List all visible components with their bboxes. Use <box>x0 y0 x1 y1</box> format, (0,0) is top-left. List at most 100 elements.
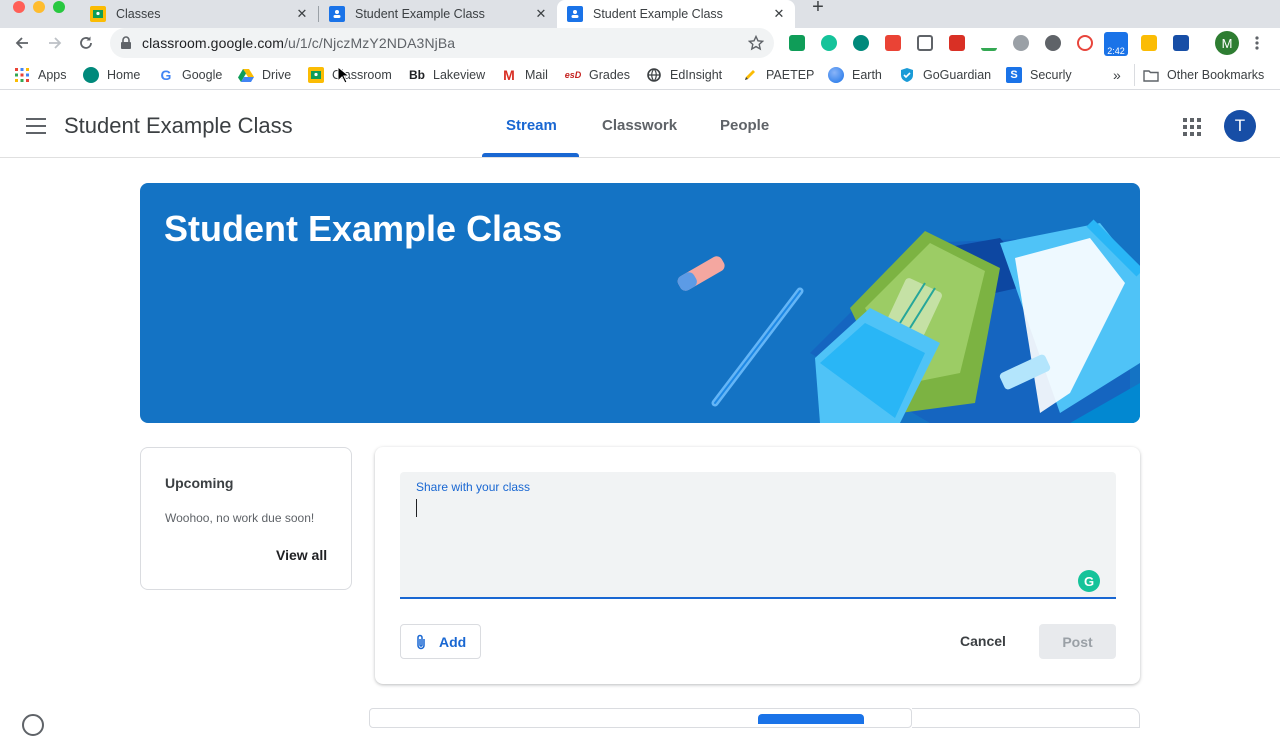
add-attachment-button[interactable]: Add <box>400 624 481 659</box>
grammarly-icon[interactable]: G <box>1078 570 1100 592</box>
view-all-link[interactable]: View all <box>276 547 327 563</box>
browser-tab-strip: Classes ✕ Student Example Class ✕ Studen… <box>0 0 1280 28</box>
banner-title[interactable]: Student Example Class <box>164 208 562 250</box>
class-banner: Student Example Class <box>140 183 1140 423</box>
address-bar[interactable]: classroom.google.com/u/1/c/NjczMzY2NDA3N… <box>110 28 774 58</box>
globe-icon <box>646 67 662 83</box>
bookmark-label: Google <box>182 68 223 82</box>
browser-tab-student-example-class-active[interactable]: Student Example Class ✕ <box>557 0 795 28</box>
blackboard-icon: Bb <box>409 68 425 82</box>
bookmark-earth[interactable]: Earth <box>828 67 882 83</box>
bookmark-lakeview[interactable]: Bb Lakeview <box>409 67 485 83</box>
bookmark-label: Lakeview <box>433 68 486 82</box>
tab-classwork[interactable]: Classwork <box>602 117 677 134</box>
calendar-extension-icon[interactable]: 2:42 <box>1104 32 1128 56</box>
tab-people[interactable]: People <box>720 117 769 134</box>
mote-extension-icon[interactable] <box>853 35 869 51</box>
browser-tab-classes[interactable]: Classes ✕ <box>80 0 318 28</box>
bookmark-star-icon[interactable] <box>748 35 764 51</box>
main-menu-icon[interactable] <box>26 118 46 134</box>
backpack-illustration <box>677 219 1140 423</box>
upcoming-card: Upcoming Woohoo, no work due soon! View … <box>140 447 352 590</box>
classroom-icon <box>308 67 324 83</box>
bookmark-drive[interactable]: Drive <box>238 67 291 83</box>
bookmark-apps[interactable]: Apps <box>14 67 67 83</box>
class-title[interactable]: Student Example Class <box>64 113 293 139</box>
bookmark-label: Apps <box>38 68 67 82</box>
thumbs-up-extension-icon[interactable] <box>1141 35 1157 51</box>
url-text: classroom.google.com/u/1/c/NjczMzY2NDA3N… <box>142 35 455 51</box>
bookmark-paetep[interactable]: PAETEP <box>742 67 814 83</box>
bookmark-goguardian[interactable]: GoGuardian <box>899 67 991 83</box>
bookmark-label: PAETEP <box>766 68 815 82</box>
upcoming-message: Woohoo, no work due soon! <box>165 511 315 525</box>
paperclip-icon <box>417 634 425 649</box>
monkey-extension-icon[interactable] <box>1013 35 1029 51</box>
cc-extension-icon[interactable] <box>949 35 965 51</box>
grid-extension-icon[interactable] <box>917 35 933 51</box>
bookmark-label: Home <box>107 68 141 82</box>
url-path: /u/1/c/NjczMzY2NDA3NjBa <box>284 35 456 51</box>
stream-item-button[interactable] <box>758 714 864 724</box>
apple-extension-icon[interactable] <box>1045 35 1061 51</box>
bookmark-label: Mail <box>525 68 548 82</box>
window-zoom-button[interactable] <box>53 1 65 13</box>
grammarly-extension-icon[interactable] <box>821 35 837 51</box>
back-arrow-icon <box>15 37 28 49</box>
upcoming-heading: Upcoming <box>165 475 234 491</box>
bookmark-google[interactable]: G Google <box>158 67 223 83</box>
bookmark-other-bookmarks[interactable]: Other Bookmarks <box>1143 67 1264 83</box>
bookmark-label: Drive <box>262 68 292 82</box>
extension-badge: 2:42 <box>1107 46 1125 56</box>
screencastify-extension-icon[interactable] <box>885 35 901 51</box>
esd-icon: esD <box>564 70 582 80</box>
help-icon[interactable] <box>22 714 44 736</box>
browser-tab-student-example-class[interactable]: Student Example Class ✕ <box>319 0 557 28</box>
active-tab-indicator <box>482 153 579 157</box>
earth-icon <box>828 67 844 83</box>
bookmark-grades[interactable]: esD Grades <box>565 67 630 83</box>
url-host: classroom.google.com <box>142 35 285 51</box>
spiral-extension-icon[interactable] <box>1077 35 1093 51</box>
bookmark-label: Securly <box>1030 68 1072 82</box>
bookmark-mail[interactable]: M Mail <box>501 67 548 83</box>
bookmark-home[interactable]: Home <box>83 67 140 83</box>
text-caret <box>416 499 417 517</box>
avatar-initial: T <box>1234 116 1246 135</box>
bookmark-label: Other Bookmarks <box>1167 68 1265 82</box>
window-minimize-button[interactable] <box>33 1 45 13</box>
tab-title: Student Example Class <box>355 7 485 21</box>
bookmark-classroom[interactable]: Classroom <box>308 67 392 83</box>
tab-close-icon[interactable]: ✕ <box>294 6 310 22</box>
reload-button[interactable] <box>76 33 96 53</box>
account-avatar[interactable]: T <box>1224 110 1256 142</box>
profile-avatar[interactable]: M <box>1215 31 1239 55</box>
post-button[interactable]: Post <box>1039 624 1116 659</box>
reload-icon <box>80 36 92 49</box>
browser-menu-icon[interactable] <box>1253 35 1261 51</box>
new-tab-button[interactable]: + <box>808 0 828 17</box>
back-button[interactable] <box>12 33 32 53</box>
browser-toolbar: classroom.google.com/u/1/c/NjczMzY2NDA3N… <box>0 28 1280 58</box>
share-text-field[interactable]: Share with your class G <box>400 472 1116 599</box>
classroom-extension-icon[interactable] <box>789 35 805 51</box>
pencil-icon <box>742 67 758 83</box>
tab-close-icon[interactable]: ✕ <box>533 6 549 22</box>
tab-close-icon[interactable]: ✕ <box>771 6 787 22</box>
bookmark-securly[interactable]: S Securly <box>1006 67 1072 83</box>
bookmarks-overflow-button[interactable]: » <box>1113 67 1121 83</box>
mouse-cursor-icon <box>337 66 349 84</box>
screen-extension-icon[interactable] <box>1173 35 1189 51</box>
bookmark-edinsight[interactable]: EdInsight <box>646 67 722 83</box>
wave-extension-icon[interactable] <box>981 35 997 51</box>
forward-button[interactable] <box>45 33 65 53</box>
bookmark-label: GoGuardian <box>923 68 992 82</box>
folder-icon <box>1143 67 1159 83</box>
forward-arrow-icon <box>49 37 62 49</box>
google-apps-icon[interactable] <box>1183 118 1201 136</box>
cancel-button[interactable]: Cancel <box>960 633 1006 649</box>
tab-stream[interactable]: Stream <box>506 117 557 134</box>
home-circle-icon <box>83 67 99 83</box>
window-close-button[interactable] <box>13 1 25 13</box>
classroom-people-icon <box>329 6 345 22</box>
